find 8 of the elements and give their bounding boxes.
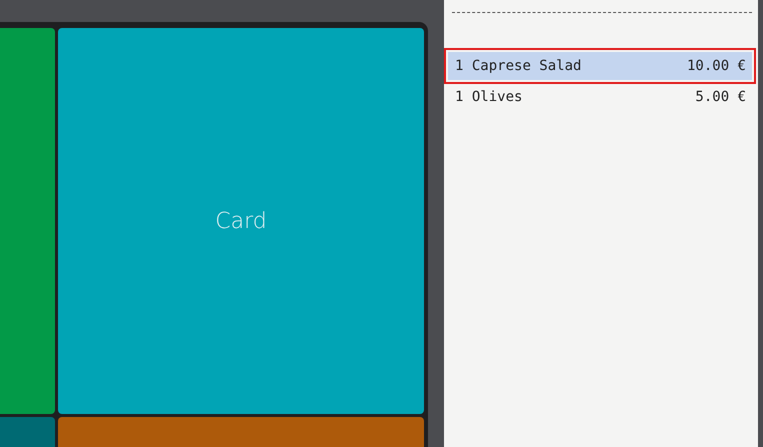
tile-button[interactable]	[58, 417, 424, 447]
receipt-line[interactable]: 1 Olives 5.00 €	[448, 83, 752, 111]
tile-button[interactable]	[0, 28, 55, 414]
tile-button[interactable]	[0, 417, 55, 447]
item-price: 10.00 €	[686, 58, 746, 74]
item-name: 1 Caprese Salad	[455, 58, 582, 74]
item-name: 1 Olives	[455, 89, 522, 105]
item-price: 5.00 €	[695, 89, 746, 105]
